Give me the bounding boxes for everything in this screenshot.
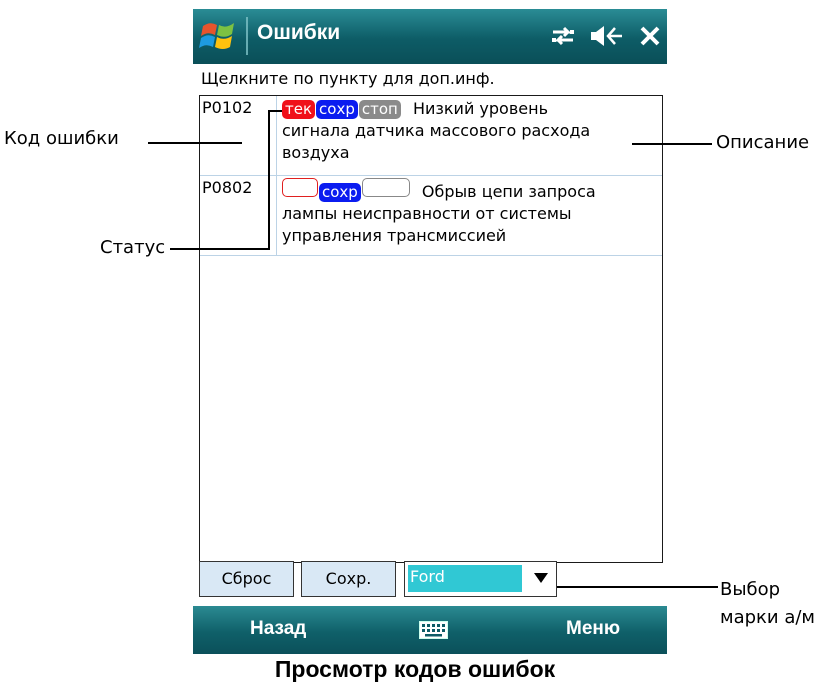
annotation-fault-code: Код ошибки [4, 128, 119, 149]
status-badge-stored: сохр [319, 183, 361, 202]
figure-caption: Просмотр кодов ошибок [274, 656, 556, 682]
volume-icon[interactable] [589, 23, 623, 49]
callout-line-status-vertical [268, 110, 270, 250]
fault-code: P0802 [202, 178, 253, 197]
annotation-status: Статус [100, 237, 166, 258]
chevron-down-icon[interactable] [534, 573, 548, 583]
description-line: управления трансмиссией [282, 226, 507, 245]
menu-softkey[interactable]: Меню [566, 618, 620, 640]
code-column: P0802 [200, 176, 277, 255]
callout-line-description [632, 143, 712, 145]
status-badge-current: тек [282, 100, 316, 119]
callout-line-status-tip [268, 110, 282, 112]
fault-description: тек сохр стоп Низкий уровень сигнала датчи… [282, 98, 658, 164]
description-line: Обрыв цепи запроса [421, 182, 596, 201]
softkey-bar: Назад Меню [193, 606, 667, 654]
description-line: сигнала датчика массового расхода [282, 121, 591, 140]
status-badge-stored: сохр [316, 100, 358, 119]
sync-icon[interactable] [550, 23, 576, 49]
callout-line-code [148, 142, 242, 144]
close-icon[interactable] [640, 23, 660, 49]
code-column: P0102 [200, 96, 277, 175]
windows-start-icon[interactable] [199, 17, 239, 55]
fault-description: сохр Обрыв цепи запроса лампы неисправно… [282, 178, 658, 247]
hint-text: Щелкните по пункту для доп.инф. [201, 69, 495, 88]
description-line: Низкий уровень [412, 99, 548, 118]
title-bar: Ошибки [193, 9, 667, 64]
status-badge-stop [361, 178, 410, 197]
device-screen: Ошибки Щелкните по пункту для доп.инф. P… [193, 9, 667, 654]
brand-select-value: Ford [408, 565, 522, 592]
status-badge-current [282, 178, 318, 197]
save-button[interactable]: Сохр. [301, 561, 396, 597]
back-softkey[interactable]: Назад [250, 618, 306, 640]
brand-select[interactable]: Ford [404, 561, 557, 597]
description-line: лампы неисправности от системы [282, 204, 572, 223]
annotation-description: Описание [716, 132, 810, 153]
keyboard-icon[interactable] [419, 621, 448, 639]
window-title: Ошибки [257, 21, 341, 44]
title-separator [246, 17, 248, 55]
annotation-brand-line: Выбор [720, 579, 781, 600]
annotation-brand-select: Выбор марки а/м [720, 576, 815, 632]
reset-button[interactable]: Сброс [199, 561, 294, 597]
callout-line-brand [557, 586, 718, 588]
callout-line-status [170, 248, 270, 250]
description-line: воздуха [282, 143, 350, 162]
fault-code: P0102 [202, 98, 253, 117]
annotation-brand-line: марки а/м [720, 607, 816, 628]
status-badge-stop: стоп [358, 100, 401, 119]
